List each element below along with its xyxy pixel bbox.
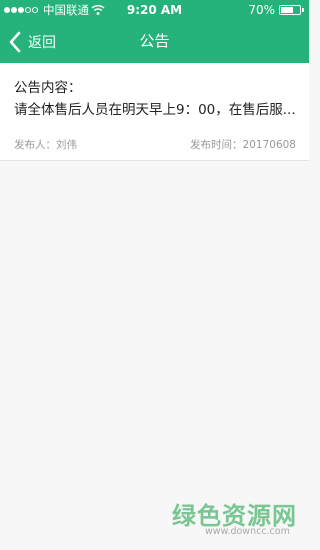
notice-publisher: 发布人：刘伟	[14, 139, 77, 151]
battery-icon	[279, 5, 304, 15]
page-title: 公告	[139, 32, 170, 50]
watermark-url: www.downcc.com	[205, 526, 290, 537]
navigation-bar: 返回 公告	[0, 20, 309, 63]
notice-content-text: 请全体售后人员在明天早上9：00，在售后服...	[14, 102, 296, 118]
battery-percentage: 70%	[248, 3, 275, 17]
battery-level	[281, 7, 293, 13]
top-bar: 中国联通 9:20 AM 70% 返回 公告	[0, 0, 309, 63]
notice-card[interactable]: 公告内容： 请全体售后人员在明天早上9：00，在售后服... 发布人：刘伟 发布…	[0, 63, 309, 161]
status-bar: 中国联通 9:20 AM 70%	[0, 0, 309, 20]
notice-publish-time: 发布时间：20170608	[190, 139, 296, 151]
notice-content-label: 公告内容：	[14, 80, 82, 96]
